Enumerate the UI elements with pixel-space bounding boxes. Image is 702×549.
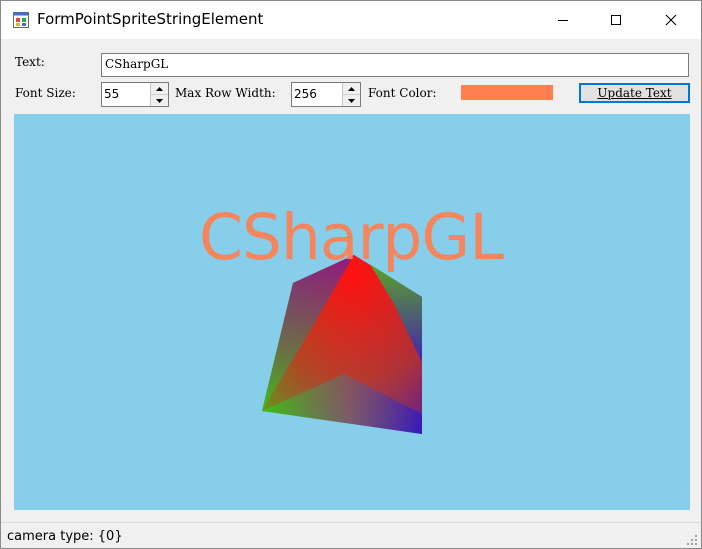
rgb-pyramid-model (262, 255, 422, 434)
minimize-button[interactable] (540, 1, 586, 39)
font-size-value[interactable]: 55 (104, 87, 119, 101)
status-text: camera type: {0} (7, 529, 123, 544)
update-text-button[interactable]: Update Text (579, 83, 690, 103)
max-row-width-spinner[interactable]: 256 (291, 82, 361, 107)
status-bar: camera type: {0} (1, 522, 701, 548)
max-row-width-spin-buttons (342, 83, 360, 106)
maximize-icon (611, 15, 621, 25)
font-size-spin-down-button[interactable] (151, 95, 168, 106)
maximize-button[interactable] (593, 1, 639, 39)
title-bar[interactable]: FormPointSpriteStringElement (1, 1, 701, 39)
font-color-label: Font Color: (368, 86, 437, 100)
text-input[interactable]: CSharpGL (101, 53, 689, 77)
text-label: Text: (15, 55, 45, 69)
spin-down-arrow-icon (156, 98, 163, 103)
font-color-swatch[interactable] (461, 85, 553, 100)
font-size-spin-up-button[interactable] (151, 83, 168, 95)
gl-viewport[interactable]: CSharpGL (14, 114, 690, 510)
max-row-width-spin-down-button[interactable] (343, 95, 360, 106)
rendered-text-sprite: CSharpGL (199, 201, 504, 274)
font-size-spinner[interactable]: 55 (101, 82, 169, 107)
app-window: FormPointSpriteStringElement Text: CShar… (0, 0, 702, 549)
close-icon (665, 14, 677, 26)
app-window-icon[interactable] (13, 12, 29, 28)
max-row-width-value[interactable]: 256 (294, 87, 317, 101)
window-title: FormPointSpriteStringElement (37, 10, 264, 28)
spin-up-arrow-icon (348, 86, 355, 91)
close-button[interactable] (648, 1, 694, 39)
resize-grip-icon[interactable] (686, 534, 698, 546)
minimize-icon (558, 20, 568, 21)
max-row-width-label: Max Row Width: (175, 86, 276, 100)
max-row-width-spin-up-button[interactable] (343, 83, 360, 95)
spin-up-arrow-icon (156, 86, 163, 91)
font-size-spin-buttons (150, 83, 168, 106)
spin-down-arrow-icon (348, 98, 355, 103)
font-size-label: Font Size: (15, 86, 76, 100)
